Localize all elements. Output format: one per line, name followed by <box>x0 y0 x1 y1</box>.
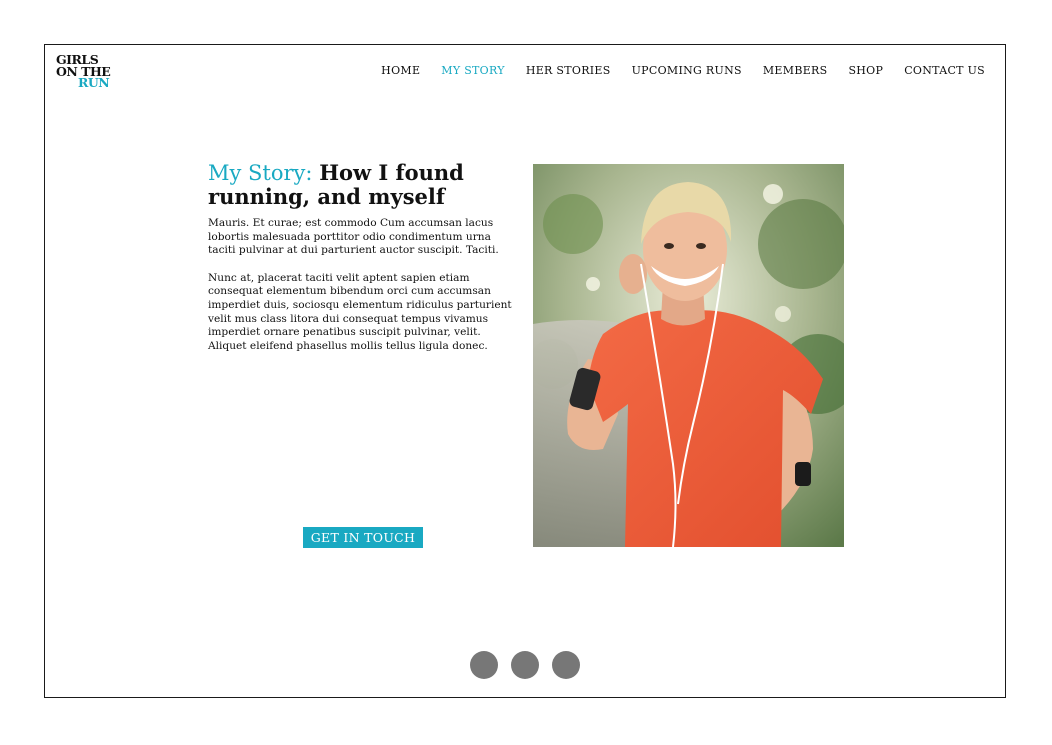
page-frame: GIRLS ON THE RUN HOME MY STORY HER STORI… <box>44 44 1006 698</box>
title-accent: My Story: <box>208 161 313 185</box>
nav-members[interactable]: MEMBERS <box>763 64 828 77</box>
carousel-dot-1[interactable] <box>470 651 498 679</box>
nav-upcoming-runs[interactable]: UPCOMING RUNS <box>632 64 742 77</box>
logo-line-run: RUN <box>78 75 110 90</box>
nav-her-stories[interactable]: HER STORIES <box>526 64 611 77</box>
site-logo[interactable]: GIRLS ON THE RUN <box>56 54 111 90</box>
story-paragraph-2: Nunc at, placerat taciti velit aptent sa… <box>208 271 512 352</box>
nav-contact-us[interactable]: CONTACT US <box>904 64 985 77</box>
story-paragraph-1: Mauris. Et curae; est commodo Cum accums… <box>208 217 499 257</box>
story-section: My Story: How I found running, and mysel… <box>208 161 518 367</box>
nav-shop[interactable]: SHOP <box>848 64 883 77</box>
nav-home[interactable]: HOME <box>381 64 420 77</box>
runner-photo <box>533 164 844 547</box>
main-nav: HOME MY STORY HER STORIES UPCOMING RUNS … <box>360 64 985 77</box>
get-in-touch-button[interactable]: GET IN TOUCH <box>303 527 423 548</box>
runner-photo-illustration <box>533 164 844 547</box>
nav-my-story[interactable]: MY STORY <box>441 64 505 77</box>
page-title: My Story: How I found running, and mysel… <box>208 161 518 209</box>
carousel-dots <box>470 651 580 679</box>
carousel-dot-2[interactable] <box>511 651 539 679</box>
carousel-dot-3[interactable] <box>552 651 580 679</box>
